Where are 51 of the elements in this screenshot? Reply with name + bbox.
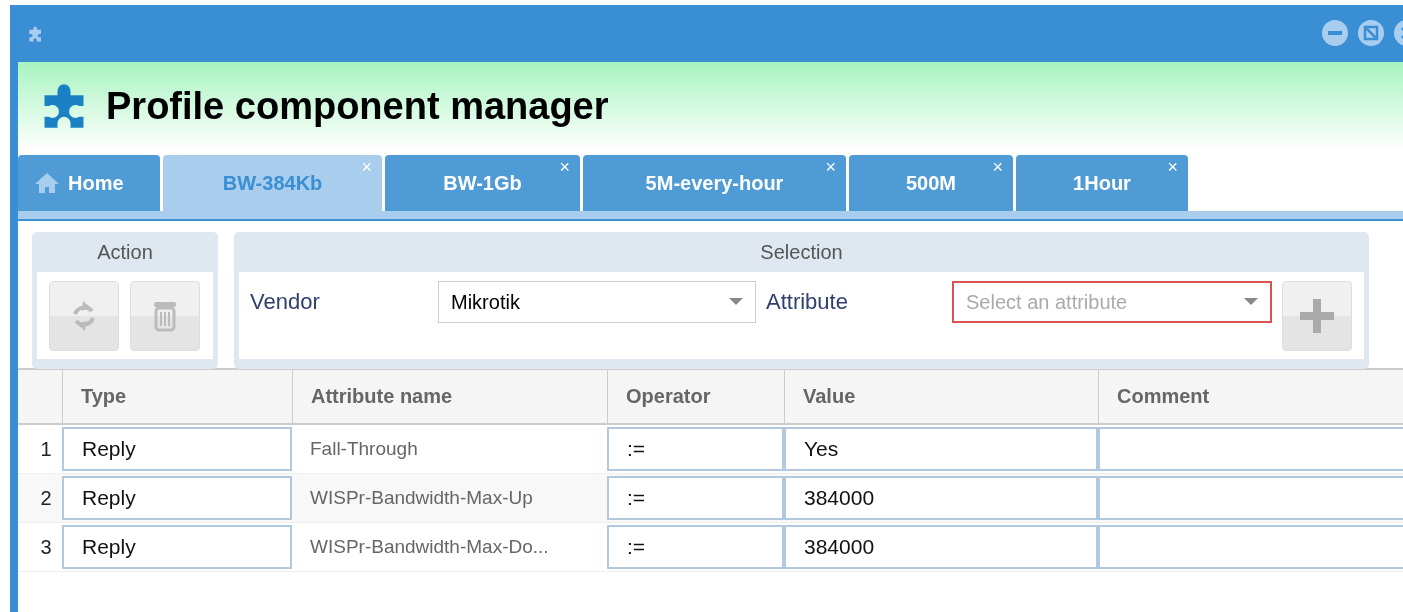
attribute-label: Attribute [766, 289, 849, 315]
home-icon [34, 172, 60, 194]
column-header: Value [784, 370, 1098, 423]
comment-field[interactable] [1098, 525, 1403, 569]
row-number: 1 [39, 436, 53, 462]
tab[interactable]: 1Hour × [1016, 155, 1188, 211]
comment-field[interactable] [1098, 476, 1403, 520]
caret-icon [729, 298, 743, 306]
tab[interactable]: Home [18, 155, 160, 211]
window-title: Profile component manager [106, 84, 609, 128]
value-field[interactable]: Yes [784, 427, 1098, 471]
value-field[interactable]: 384000 [784, 476, 1098, 520]
table-cell-text: Fall-Through [309, 437, 419, 461]
tab[interactable]: BW-1Gb × [385, 155, 580, 211]
column-header: Attribute name [292, 370, 607, 423]
vendor-dropdown[interactable]: Mikrotik [438, 281, 756, 323]
vendor-label: Vendor [250, 289, 321, 315]
trash-icon [152, 299, 178, 333]
table-cell-text: WISPr-Bandwidth-Max-Do... [309, 535, 550, 559]
type-field[interactable]: Reply [62, 525, 292, 569]
column-header: Operator [607, 370, 784, 423]
column-header: Type [62, 370, 292, 423]
panel-title: Action [96, 240, 154, 265]
column-header: Comment [1098, 370, 1403, 423]
close-tab-button[interactable]: × [559, 157, 570, 177]
maximize-icon[interactable] [1358, 19, 1384, 46]
operator-field[interactable]: := [607, 476, 784, 520]
plus-icon [1298, 297, 1336, 335]
comment-field[interactable] [1098, 427, 1403, 471]
caret-icon [1244, 298, 1258, 306]
value-field[interactable]: 384000 [784, 525, 1098, 569]
type-field[interactable]: Reply [62, 427, 292, 471]
delete-button[interactable] [130, 281, 200, 351]
close-tab-button[interactable]: × [361, 157, 372, 177]
type-field[interactable]: Reply [62, 476, 292, 520]
attribute-dropdown[interactable]: Select an attribute [952, 281, 1272, 323]
operator-field[interactable]: := [607, 525, 784, 569]
panel-title: Selection [759, 240, 844, 265]
refresh-button[interactable] [49, 281, 119, 351]
tab[interactable]: 5M-every-hour × [583, 155, 846, 211]
row-number: 3 [39, 534, 53, 560]
row-number: 2 [39, 485, 53, 511]
operator-field[interactable]: := [607, 427, 784, 471]
close-tab-button[interactable]: × [1167, 157, 1178, 177]
add-button[interactable] [1282, 281, 1352, 351]
minimize-icon[interactable] [1322, 19, 1348, 46]
table-cell-text: WISPr-Bandwidth-Max-Up [309, 486, 534, 510]
tab[interactable]: BW-384Kb × [163, 155, 382, 211]
close-tab-button[interactable]: × [825, 157, 836, 177]
close-tab-button[interactable]: × [992, 157, 1003, 177]
tab[interactable]: 500M × [849, 155, 1013, 211]
